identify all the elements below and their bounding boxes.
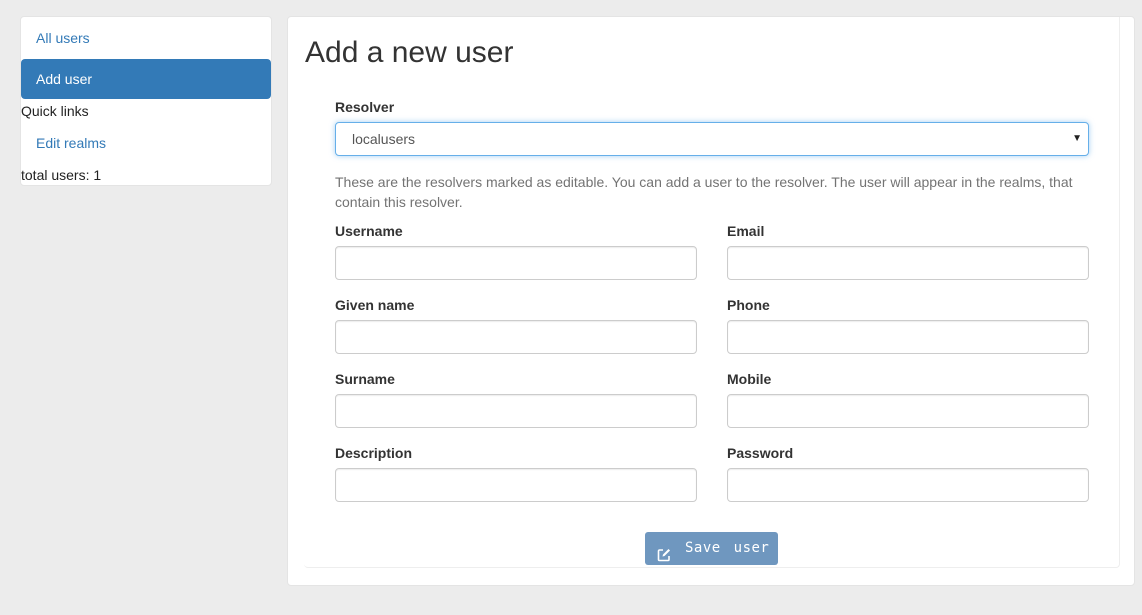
resolver-help-text: These are the resolvers marked as editab… bbox=[335, 174, 1073, 210]
email-label: Email bbox=[727, 223, 765, 239]
resolver-label: Resolver bbox=[335, 99, 395, 115]
quick-links-header: Quick links bbox=[21, 103, 89, 119]
given-name-input[interactable] bbox=[335, 320, 697, 354]
caret-down-icon: ▼ bbox=[1072, 133, 1082, 144]
mobile-input[interactable] bbox=[727, 394, 1089, 428]
sidebar-item-edit-realms[interactable]: Edit realms bbox=[21, 123, 271, 163]
surname-input[interactable] bbox=[335, 394, 697, 428]
username-input[interactable] bbox=[335, 246, 697, 280]
password-input[interactable] bbox=[727, 468, 1089, 502]
sidebar: All users Add user Quick links Edit real… bbox=[20, 16, 272, 186]
resolver-select-value: localusers bbox=[352, 131, 416, 147]
username-label: Username bbox=[335, 223, 403, 239]
save-button-label: Save user bbox=[685, 540, 770, 556]
resolver-select[interactable]: localusers ▼ bbox=[335, 122, 1089, 156]
description-label: Description bbox=[335, 445, 413, 461]
description-input[interactable] bbox=[335, 468, 697, 502]
email-input[interactable] bbox=[727, 246, 1089, 280]
edit-icon bbox=[657, 542, 671, 561]
sidebar-item-all-users[interactable]: All users bbox=[21, 18, 271, 58]
mobile-label: Mobile bbox=[727, 371, 772, 387]
surname-label: Surname bbox=[335, 371, 395, 387]
main-panel: Add a new user Resolver localusers ▼ The… bbox=[287, 16, 1135, 586]
password-label: Password bbox=[727, 445, 794, 461]
save-user-button[interactable]: Save user bbox=[645, 532, 778, 565]
phone-input[interactable] bbox=[727, 320, 1089, 354]
given-name-label: Given name bbox=[335, 297, 415, 313]
page-title: Add a new user bbox=[305, 36, 514, 69]
total-users-count: total users: 1 bbox=[21, 167, 102, 183]
sidebar-item-add-user[interactable]: Add user bbox=[21, 59, 271, 99]
phone-label: Phone bbox=[727, 297, 770, 313]
